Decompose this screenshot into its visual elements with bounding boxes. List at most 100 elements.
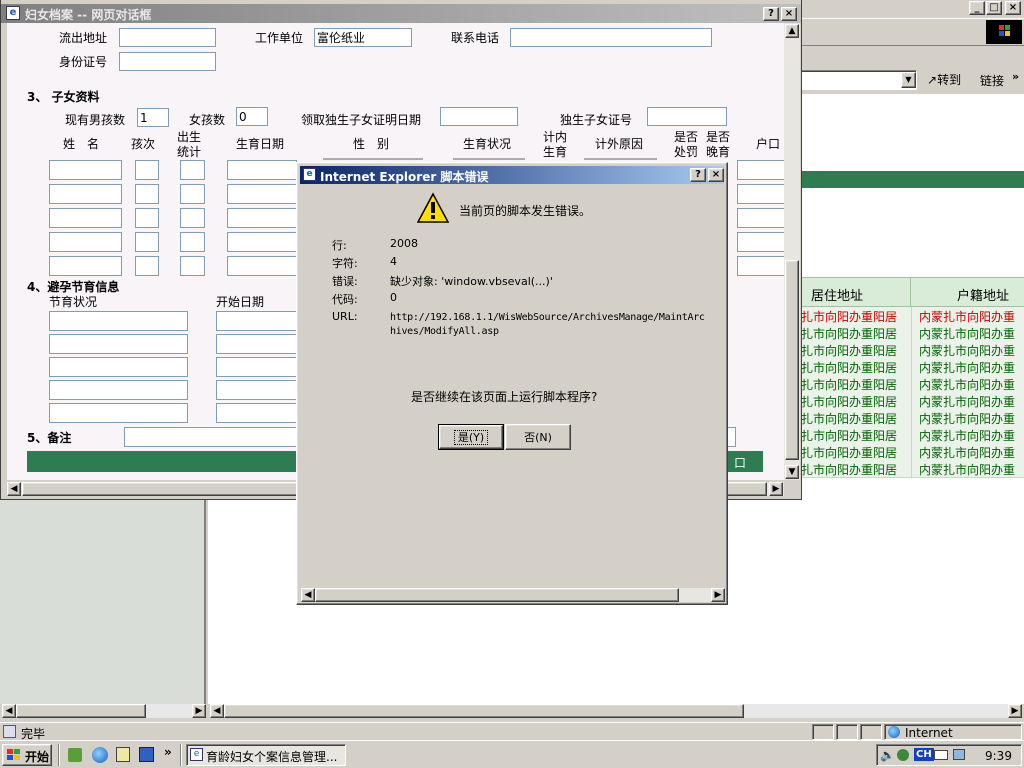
- contraception-field-input[interactable]: [216, 380, 306, 400]
- child-field-input[interactable]: [49, 256, 122, 276]
- child-field-input[interactable]: [180, 256, 205, 276]
- child-field-input[interactable]: [227, 184, 297, 204]
- help-button[interactable]: ?: [763, 7, 779, 21]
- maximize-button[interactable]: □: [986, 1, 1002, 15]
- archive-dialog-titlebar[interactable]: e 妇女档案 -- 网页对话框 ? ×: [1, 4, 801, 23]
- scroll-right-icon[interactable]: ▶: [711, 588, 725, 602]
- child-field-input[interactable]: [135, 208, 159, 228]
- quicklaunch-chevron-icon[interactable]: »: [164, 745, 172, 759]
- cert-date-input[interactable]: [440, 107, 518, 126]
- scroll-thumb[interactable]: [785, 260, 799, 460]
- dialog-vscroll[interactable]: ▲ ▼: [784, 23, 800, 480]
- start-button[interactable]: 开始: [2, 744, 52, 766]
- child-field-input[interactable]: [135, 256, 159, 276]
- show-desktop-icon[interactable]: [68, 748, 82, 762]
- child-field-input[interactable]: [49, 184, 122, 204]
- links-chevron-icon[interactable]: »: [1012, 70, 1019, 83]
- table-row[interactable]: 扎市向阳办重阳居 内蒙扎市向阳办重: [801, 392, 1024, 410]
- go-button[interactable]: ↗转到: [927, 70, 973, 90]
- boys-count-input[interactable]: [137, 108, 169, 127]
- error-dialog-hscroll[interactable]: ◀ ▶: [301, 588, 725, 602]
- task-button[interactable]: e 育龄妇女个案信息管理...: [186, 744, 346, 766]
- close-button[interactable]: ×: [1005, 1, 1021, 15]
- contraception-field-input[interactable]: [216, 311, 306, 331]
- table-row[interactable]: 扎市向阳办重阳居 内蒙扎市向阳办重: [801, 307, 1024, 325]
- table-row[interactable]: 扎市向阳办重阳居 内蒙扎市向阳办重: [801, 358, 1024, 376]
- network-icon[interactable]: [897, 749, 909, 761]
- close-window-link[interactable]: 口: [734, 454, 746, 471]
- phone-input[interactable]: [510, 28, 712, 47]
- table-row[interactable]: 扎市向阳办重阳居 内蒙扎市向阳办重: [801, 409, 1024, 427]
- scroll-left-icon[interactable]: ◀: [210, 704, 224, 718]
- child-field-input[interactable]: [180, 184, 205, 204]
- yes-button[interactable]: 是(Y): [438, 424, 504, 450]
- keyboard-icon[interactable]: [934, 750, 948, 760]
- child-field-input[interactable]: [135, 160, 159, 180]
- table-row[interactable]: 扎市向阳办重阳居 内蒙扎市向阳办重: [801, 324, 1024, 342]
- minimize-button[interactable]: _: [969, 1, 985, 15]
- scroll-right-icon[interactable]: ▶: [192, 704, 206, 718]
- child-field-input[interactable]: [49, 232, 122, 252]
- ime-indicator[interactable]: CH: [914, 748, 934, 761]
- child-field-input[interactable]: [227, 208, 297, 228]
- scroll-up-icon[interactable]: ▲: [785, 24, 799, 38]
- child-field-input[interactable]: [49, 208, 122, 228]
- scroll-right-icon[interactable]: ▶: [769, 482, 783, 496]
- contraception-field-input[interactable]: [216, 357, 306, 377]
- outlook-icon[interactable]: [116, 747, 130, 762]
- contraception-field-input[interactable]: [49, 311, 188, 331]
- monitor-icon[interactable]: [953, 749, 965, 760]
- no-button[interactable]: 否(N): [505, 424, 571, 450]
- child-field-input[interactable]: [737, 160, 784, 180]
- scroll-left-icon[interactable]: ◀: [301, 588, 315, 602]
- contraception-field-input[interactable]: [49, 357, 188, 377]
- child-field-input[interactable]: [227, 232, 297, 252]
- contraception-field-input[interactable]: [49, 380, 188, 400]
- table-row[interactable]: 扎市向阳办重阳居 内蒙扎市向阳办重: [801, 426, 1024, 444]
- child-field-input[interactable]: [135, 184, 159, 204]
- child-field-input[interactable]: [227, 256, 297, 276]
- contraception-field-input[interactable]: [216, 403, 306, 423]
- close-button[interactable]: ×: [781, 7, 797, 21]
- child-field-input[interactable]: [737, 208, 784, 228]
- ie-quicklaunch-icon[interactable]: [92, 747, 108, 763]
- address-bar[interactable]: ▼: [800, 70, 917, 90]
- scroll-left-icon[interactable]: ◀: [7, 482, 21, 496]
- close-button[interactable]: ×: [708, 168, 724, 182]
- outflow-input[interactable]: [119, 28, 216, 47]
- address-dropdown-button[interactable]: ▼: [901, 72, 916, 88]
- id-number-input[interactable]: [119, 52, 216, 71]
- table-row[interactable]: 扎市向阳办重阳居 内蒙扎市向阳办重: [801, 460, 1024, 478]
- right-frame-scrollbar[interactable]: ◀ ▶: [210, 704, 1022, 718]
- child-field-input[interactable]: [737, 184, 784, 204]
- links-label[interactable]: 链接: [980, 72, 1004, 89]
- child-field-input[interactable]: [49, 160, 122, 180]
- scroll-thumb[interactable]: [16, 704, 146, 718]
- contraception-field-input[interactable]: [49, 403, 188, 423]
- scroll-down-icon[interactable]: ▼: [785, 465, 799, 479]
- child-field-input[interactable]: [737, 232, 784, 252]
- table-row[interactable]: 扎市向阳办重阳居 内蒙扎市向阳办重: [801, 375, 1024, 393]
- child-field-input[interactable]: [737, 256, 784, 276]
- left-frame-scrollbar[interactable]: ◀ ▶: [2, 704, 206, 718]
- scroll-thumb[interactable]: [224, 704, 744, 718]
- girls-count-input[interactable]: [236, 107, 268, 126]
- contraception-field-input[interactable]: [216, 334, 306, 354]
- volume-icon[interactable]: 🔈: [880, 748, 895, 762]
- work-unit-input[interactable]: [314, 28, 412, 47]
- child-field-input[interactable]: [135, 232, 159, 252]
- scroll-right-icon[interactable]: ▶: [1008, 704, 1022, 718]
- child-field-input[interactable]: [180, 160, 205, 180]
- child-field-input[interactable]: [180, 208, 205, 228]
- contraception-field-input[interactable]: [49, 334, 188, 354]
- child-field-input[interactable]: [180, 232, 205, 252]
- error-dialog-titlebar[interactable]: e Internet Explorer 脚本错误 ? ×: [300, 166, 724, 184]
- scroll-thumb[interactable]: [315, 588, 679, 602]
- child-field-input[interactable]: [227, 160, 297, 180]
- table-row[interactable]: 扎市向阳办重阳居 内蒙扎市向阳办重: [801, 341, 1024, 359]
- table-row[interactable]: 扎市向阳办重阳居 内蒙扎市向阳办重: [801, 443, 1024, 461]
- editor-icon[interactable]: [139, 747, 154, 762]
- help-button[interactable]: ?: [690, 168, 706, 182]
- cert-number-input[interactable]: [647, 107, 727, 126]
- scroll-left-icon[interactable]: ◀: [2, 704, 16, 718]
